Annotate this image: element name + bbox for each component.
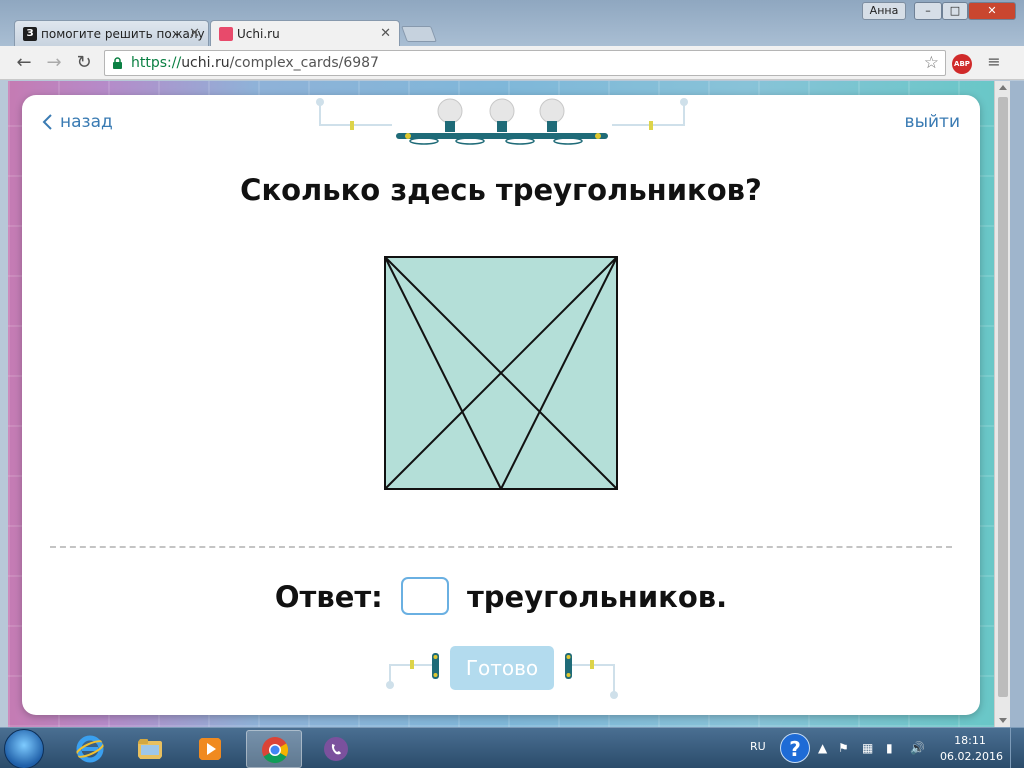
task-card: назад выйти Сколько здесь треугольников? — [22, 95, 980, 715]
answer-row: Ответ: треугольников. — [22, 573, 980, 621]
browser-toolbar: ← → ↻ https://uchi.ru/complex_cards/6987… — [0, 46, 1024, 80]
tab-close-icon[interactable]: ✕ — [189, 21, 200, 46]
start-button[interactable] — [4, 729, 44, 768]
network-icon[interactable]: ▦ — [862, 741, 873, 755]
answer-prefix: Ответ: — [274, 580, 383, 614]
exit-link[interactable]: выйти — [905, 109, 960, 135]
power-icon[interactable]: ▮ — [886, 741, 893, 755]
show-desktop-button[interactable] — [1010, 728, 1024, 768]
light-bulbs-garland-icon — [316, 98, 688, 145]
clock-date: 06.02.2016 — [940, 750, 1003, 763]
triangles-figure — [384, 256, 618, 490]
reload-icon[interactable]: ↻ — [72, 51, 96, 75]
profile-button[interactable]: Анна — [862, 2, 906, 20]
url-host: uchi.ru — [181, 55, 230, 71]
chrome-icon — [262, 737, 289, 764]
dashed-divider — [50, 546, 952, 548]
language-indicator[interactable]: RU — [750, 740, 766, 753]
back-arrow-icon[interactable]: ← — [12, 51, 36, 75]
tab-title: Uchi.ru — [237, 27, 280, 41]
done-button-wrap: Готово — [382, 643, 622, 703]
tray-expand-icon[interactable]: ▲ — [818, 741, 827, 755]
answer-input[interactable] — [400, 577, 449, 615]
help-icon[interactable]: ? — [780, 733, 810, 763]
new-tab-button[interactable] — [401, 26, 437, 42]
answer-suffix: треугольников. — [466, 580, 728, 614]
viber-icon — [324, 737, 348, 761]
tab-favicon-icon: З — [23, 27, 37, 41]
lock-icon — [113, 57, 122, 69]
uchi-favicon-icon — [219, 27, 233, 41]
media-player-icon — [199, 738, 221, 760]
taskbar-viber[interactable] — [308, 730, 364, 768]
volume-icon[interactable]: 🔊 — [910, 741, 925, 755]
minimize-button[interactable]: – — [914, 2, 942, 20]
back-link[interactable]: назад — [40, 109, 113, 135]
taskbar-chrome[interactable] — [246, 730, 302, 768]
done-button[interactable]: Готово — [450, 646, 554, 690]
taskbar-ie[interactable] — [62, 730, 118, 768]
system-clock[interactable]: 18:11 06.02.2016 — [940, 733, 1003, 765]
close-window-button[interactable]: ✕ — [968, 2, 1016, 20]
url-scheme: https:// — [131, 55, 182, 71]
address-bar[interactable]: https://uchi.ru/complex_cards/6987 ☆ — [104, 50, 946, 76]
windows-taskbar: RU ? ▲ ⚑ ▦ ▮ 🔊 18:11 06.02.2016 — [0, 727, 1024, 768]
tab-close-icon[interactable]: ✕ — [380, 21, 391, 46]
scroll-down-icon[interactable] — [999, 718, 1007, 723]
scroll-thumb[interactable] — [998, 97, 1008, 697]
tab-active[interactable]: Uchi.ru ✕ — [210, 20, 400, 46]
internet-explorer-icon — [76, 735, 104, 763]
vertical-scrollbar[interactable] — [994, 81, 1010, 727]
tab-inactive[interactable]: З помогите решить пожалу ✕ — [14, 20, 209, 46]
back-label: назад — [60, 112, 113, 132]
folder-icon — [138, 739, 162, 759]
url-path: /complex_cards/6987 — [229, 55, 379, 71]
maximize-button[interactable]: □ — [942, 2, 968, 20]
question-text: Сколько здесь треугольников? — [240, 173, 762, 207]
menu-icon[interactable]: ≡ — [986, 54, 1002, 70]
action-center-flag-icon[interactable]: ⚑ — [838, 741, 849, 755]
taskbar-media[interactable] — [182, 730, 238, 768]
adblock-icon[interactable]: ABP — [952, 54, 972, 74]
scroll-up-icon[interactable] — [999, 85, 1007, 90]
taskbar-explorer[interactable] — [122, 730, 178, 768]
chevron-left-icon — [42, 114, 52, 130]
clock-time: 18:11 — [954, 734, 986, 747]
bookmark-star-icon[interactable]: ☆ — [924, 51, 939, 75]
forward-arrow-icon[interactable]: → — [42, 51, 66, 75]
tab-title: помогите решить пожалу — [41, 27, 205, 41]
browser-titlebar: З помогите решить пожалу ✕ Uchi.ru ✕ Анн… — [0, 0, 1024, 46]
